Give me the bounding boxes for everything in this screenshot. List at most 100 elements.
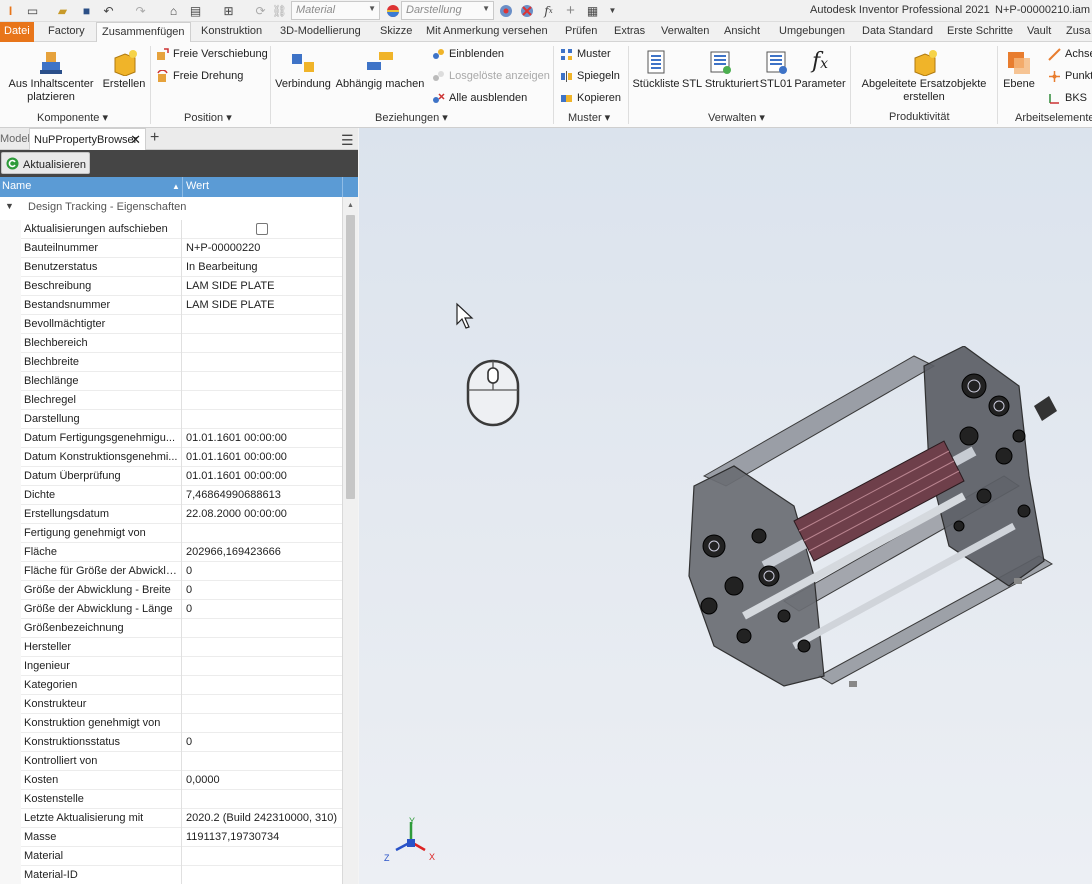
close-icon[interactable]: ✕: [130, 132, 141, 148]
property-row[interactable]: Größenbezeichnung: [0, 619, 342, 638]
create-component-button[interactable]: Erstellen: [102, 48, 146, 91]
update-icon[interactable]: ⟳: [252, 2, 269, 19]
hide-all-button[interactable]: Alle ausblenden: [432, 92, 527, 105]
save-icon[interactable]: ■: [78, 2, 95, 19]
free-rotate-button[interactable]: Freie Drehung: [156, 69, 243, 83]
tab-vault[interactable]: Vault: [1027, 25, 1051, 37]
group-produktivitaet[interactable]: Produktivität: [889, 111, 950, 123]
tab-zusammenfuegen[interactable]: Zusammenfügen: [96, 22, 191, 43]
free-move-button[interactable]: Freie Verschiebung: [156, 48, 268, 61]
group-arbeitselemente[interactable]: Arbeitselemente ▾: [1015, 111, 1092, 124]
tab-3d-modellierung[interactable]: 3D-Modellierung: [280, 25, 361, 37]
property-row[interactable]: Ingenieur: [0, 657, 342, 676]
property-row[interactable]: Beschreibung LAM SIDE PLATE: [0, 277, 342, 296]
link-icon[interactable]: ⛓: [271, 2, 288, 19]
ucs-button[interactable]: BKS: [1048, 92, 1087, 105]
property-value[interactable]: 2020.2 (Build 242310000, 310): [186, 812, 337, 824]
property-value[interactable]: 22.08.2000 00:00:00: [186, 508, 287, 520]
select-icon[interactable]: ⊞: [220, 2, 237, 19]
scroll-up-icon[interactable]: ▲: [347, 202, 354, 209]
print-icon[interactable]: ▤: [187, 2, 204, 19]
assembly-model-render[interactable]: [674, 346, 1064, 696]
group-komponente[interactable]: Komponente ▾: [37, 111, 108, 124]
stl-structured-button[interactable]: STL Strukturiert: [682, 48, 759, 91]
redo-icon[interactable]: ↷: [132, 2, 149, 19]
tab-factory[interactable]: Factory: [48, 25, 85, 37]
property-row[interactable]: Hersteller: [0, 638, 342, 657]
property-value[interactable]: 202966,169423666: [186, 546, 281, 558]
group-muster[interactable]: Muster ▾: [568, 111, 610, 124]
group-row-design-tracking[interactable]: ▼ Design Tracking - Eigenschaften: [0, 201, 342, 219]
function-icon[interactable]: fx: [540, 2, 557, 19]
property-value[interactable]: 0: [186, 584, 192, 596]
tab-extras[interactable]: Extras: [614, 25, 645, 37]
property-row[interactable]: Konstruktionsstatus 0: [0, 733, 342, 752]
property-value[interactable]: 0: [186, 736, 192, 748]
tab-skizze[interactable]: Skizze: [380, 25, 412, 37]
property-row[interactable]: Datum Konstruktionsgenehmi... 01.01.1601 …: [0, 448, 342, 467]
plane-button[interactable]: Ebene: [1001, 48, 1037, 91]
property-row[interactable]: Aktualisierungen aufschieben: [0, 220, 342, 239]
column-value-header[interactable]: Wert: [186, 180, 209, 192]
property-row[interactable]: Größe der Abwicklung - Breite 0: [0, 581, 342, 600]
property-value[interactable]: 01.01.1601 00:00:00: [186, 451, 287, 463]
tab-anmerkung[interactable]: Mit Anmerkung versehen: [426, 25, 548, 37]
defer-updates-checkbox[interactable]: [256, 223, 268, 235]
property-value[interactable]: 0: [186, 565, 192, 577]
clear-appearance-icon[interactable]: [518, 2, 535, 19]
property-value[interactable]: N+P-00000220: [186, 242, 260, 254]
property-row[interactable]: Datum Überprüfung 01.01.1601 00:00:00: [0, 467, 342, 486]
tab-datei[interactable]: Datei: [0, 22, 34, 42]
property-row[interactable]: Fläche 202966,169423666: [0, 543, 342, 562]
property-value[interactable]: LAM SIDE PLATE: [186, 280, 274, 292]
parameters-button[interactable]: fx Parameter: [794, 48, 846, 91]
pattern-button[interactable]: Muster: [560, 48, 611, 61]
scrollbar-thumb[interactable]: [346, 215, 355, 499]
property-row[interactable]: Blechregel: [0, 391, 342, 410]
derived-substitutes-button[interactable]: Abgeleitete Ersatzobjekte erstellen: [858, 48, 990, 104]
property-value[interactable]: LAM SIDE PLATE: [186, 299, 274, 311]
property-row[interactable]: Datum Fertigungsgenehmigu... 01.01.1601 0…: [0, 429, 342, 448]
property-row[interactable]: Fertigung genehmigt von: [0, 524, 342, 543]
open-icon[interactable]: ▰: [54, 2, 71, 19]
tab-erste-schritte[interactable]: Erste Schritte: [947, 25, 1013, 37]
property-value[interactable]: 1191137,19730734: [186, 831, 279, 843]
tab-ansicht[interactable]: Ansicht: [724, 25, 760, 37]
tab-umgebungen[interactable]: Umgebungen: [779, 25, 845, 37]
property-row[interactable]: Konstruktion genehmigt von: [0, 714, 342, 733]
appearance-combo[interactable]: Darstellung ▼: [401, 1, 494, 20]
property-row[interactable]: Kostenstelle: [0, 790, 342, 809]
show-sick-button[interactable]: Losgelöste anzeigen: [432, 70, 550, 83]
property-row[interactable]: Material: [0, 847, 342, 866]
material-combo[interactable]: Material ▼: [291, 1, 380, 20]
tab-pruefen[interactable]: Prüfen: [565, 25, 597, 37]
group-verwalten[interactable]: Verwalten ▾: [708, 111, 765, 124]
property-row[interactable]: Blechbreite: [0, 353, 342, 372]
tab-nupropertybrowser[interactable]: NuPPropertyBrowser ✕: [29, 128, 146, 150]
axis-button[interactable]: Achse: [1048, 48, 1092, 61]
add-tab-icon[interactable]: +: [150, 129, 159, 147]
copy-button[interactable]: Kopieren: [560, 92, 621, 105]
property-row[interactable]: Kategorien: [0, 676, 342, 695]
property-row[interactable]: Letzte Aktualisierung mit 2020.2 (Build 2…: [0, 809, 342, 828]
property-row[interactable]: Dichte 7,46864990688613: [0, 486, 342, 505]
property-value[interactable]: 0: [186, 603, 192, 615]
customize-icon[interactable]: ▦: [584, 2, 601, 19]
tab-more[interactable]: Zusa: [1066, 25, 1090, 37]
inventor-logo-icon[interactable]: I: [2, 2, 19, 19]
property-row[interactable]: Benutzerstatus In Bearbeitung: [0, 258, 342, 277]
property-row[interactable]: Fläche für Größe der Abwicklu... 0: [0, 562, 342, 581]
stl01-button[interactable]: STL01: [759, 48, 793, 91]
show-button[interactable]: Einblenden: [432, 48, 504, 61]
property-row[interactable]: Erstellungsdatum 22.08.2000 00:00:00: [0, 505, 342, 524]
column-name-header[interactable]: Name: [2, 180, 31, 192]
plus-icon[interactable]: +: [562, 2, 579, 19]
property-value[interactable]: In Bearbeitung: [186, 261, 258, 273]
undo-icon[interactable]: ↶: [100, 2, 117, 19]
collapse-triangle-icon[interactable]: ▼: [5, 201, 14, 211]
tab-verwalten[interactable]: Verwalten: [661, 25, 709, 37]
property-row[interactable]: Blechbereich: [0, 334, 342, 353]
tab-modell[interactable]: Modell: [0, 133, 32, 145]
property-row[interactable]: Darstellung: [0, 410, 342, 429]
property-row[interactable]: Kontrolliert von: [0, 752, 342, 771]
